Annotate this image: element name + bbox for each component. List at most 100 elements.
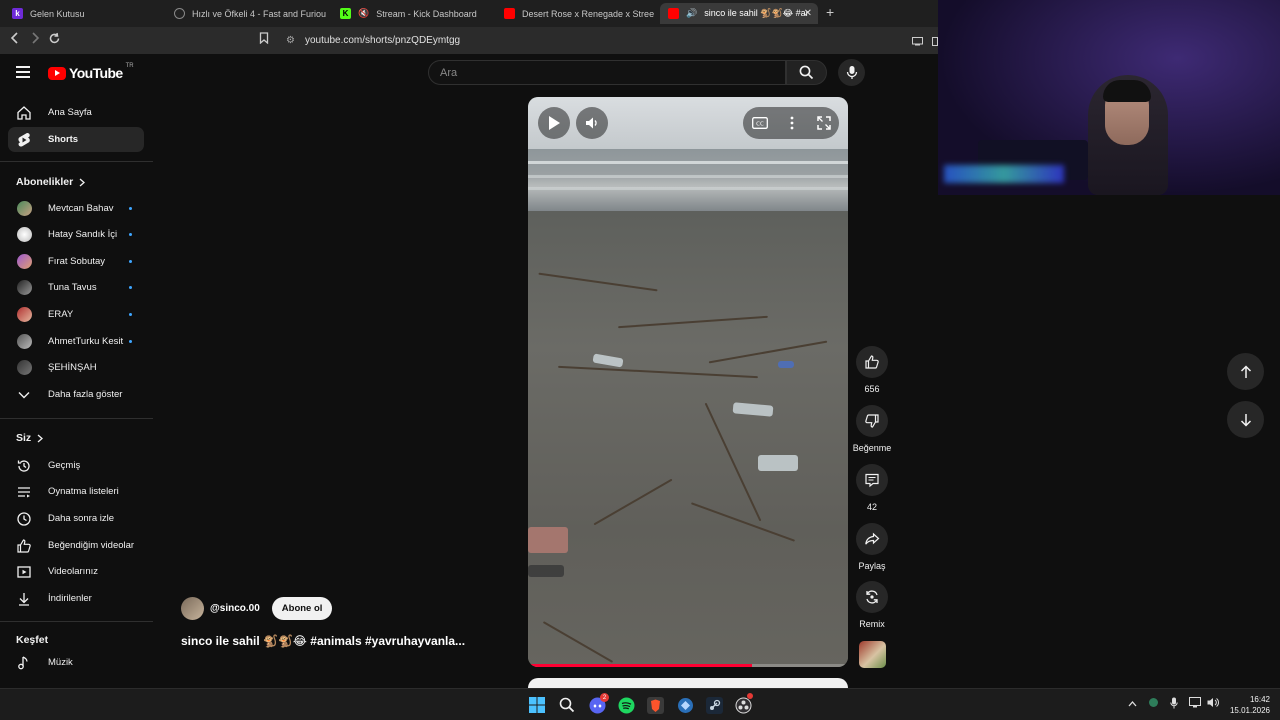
close-icon[interactable]: ✕ [804,8,812,19]
channel-name[interactable]: @sinco.00 [210,603,260,614]
browser-tab-music[interactable]: Desert Rose x Renegade x Streets (GR [496,3,654,24]
new-content-dot [129,340,132,343]
divider [0,418,153,419]
next-short-button[interactable] [1227,401,1264,438]
sidebar-item-music[interactable]: Müzik [8,650,144,675]
volume-tray-icon[interactable] [1207,697,1219,711]
sidebar-item-subscription[interactable]: Tuna Tavus [8,275,144,300]
sidebar-item-subscription[interactable]: Fırat Sobutay [8,249,144,274]
you-header[interactable]: Siz [16,432,44,444]
bookmark-icon[interactable] [259,32,269,47]
watch-later-icon [16,511,32,527]
sidebar-item-downloads[interactable]: İndirilenler [8,586,144,611]
subscribe-button[interactable]: Abone ol [271,597,333,620]
mute-button[interactable] [576,107,608,139]
browser-tab-active[interactable]: 🔊 sinco ile sahil 🐒🐒😂 #anim ✕ [660,3,818,24]
windows-start-icon[interactable] [528,696,546,714]
cast-icon[interactable] [912,34,923,49]
svg-text:CC: CC [756,122,764,128]
shorts-video-player[interactable]: CC [528,97,848,667]
comments-button[interactable] [856,464,888,496]
sidebar-item-subscription[interactable]: Hatay Sandık İçi [8,222,144,247]
avatar [16,360,32,375]
sidebar-item-subscription[interactable]: Mevtcan Bahav [8,196,144,221]
video-progress-bar[interactable] [528,664,848,667]
search-input[interactable]: Ara [428,60,786,85]
more-vertical-icon [790,116,794,130]
obs-icon[interactable] [734,693,753,714]
music-icon [16,655,32,671]
tray-overflow-icon[interactable] [1128,699,1137,710]
more-options-button[interactable] [776,107,808,139]
sidebar-item-liked-videos[interactable]: Beğendiğim videolar [8,533,144,558]
avatar[interactable] [181,597,204,620]
address-bar: ⚙ youtube.com/shorts/pnzQDEymtgg [0,27,938,54]
like-button[interactable] [856,346,888,378]
short-title[interactable]: sinco ile sahil 🐒🐒😂 #animals #yavruhayva… [181,634,465,648]
brave-browser-icon[interactable] [646,696,664,714]
new-tab-icon[interactable]: + [826,4,834,20]
sidebar-item-show-more[interactable]: Daha fazla göster [8,382,144,407]
reload-icon[interactable] [48,32,61,48]
live-indicator [747,693,753,699]
youtube-logo[interactable]: YouTube TR [48,63,134,81]
remix-button[interactable] [856,581,888,613]
site-settings-icon[interactable]: ⚙ [286,35,295,46]
taskbar-search-icon[interactable] [558,696,576,714]
steam-icon[interactable] [705,696,723,714]
sidebar-item-label: İndirilenler [48,593,92,604]
search-button[interactable] [786,60,827,85]
voice-search-button[interactable] [838,59,865,86]
app-icon[interactable] [676,696,694,714]
explore-header: Keşfet [16,634,48,646]
arrow-down-icon [1240,413,1251,427]
microphone-tray-icon[interactable] [1170,697,1178,712]
sound-thumbnail[interactable] [859,641,886,668]
captions-button[interactable]: CC [744,107,776,139]
tray-app-icon[interactable] [1148,697,1159,711]
browser-tab-gmail[interactable]: k Gelen Kutusu [4,3,164,24]
youtube-icon [668,8,679,19]
history-icon [16,458,32,474]
sidebar-item-watch-later[interactable]: Daha sonra izle [8,506,144,531]
back-icon[interactable] [10,32,20,47]
sidebar-item-label: Mevtcan Bahav [48,203,114,214]
thumbs-up-icon [865,355,879,369]
sidebar-item-your-videos[interactable]: Videolarınız [8,559,144,584]
url-field[interactable]: ⚙ youtube.com/shorts/pnzQDEymtgg [282,30,922,51]
sidebar-item-label: Videolarınız [48,566,98,577]
divider [0,161,153,162]
sidebar-item-subscription[interactable]: ŞEHİNŞAH [8,355,144,380]
sidebar-item-shorts[interactable]: Shorts [8,127,144,152]
network-icon[interactable] [1189,697,1201,711]
windows-taskbar: 2 16:42 15.01.2026 [0,688,1280,720]
system-clock[interactable]: 16:42 15.01.2026 [1224,694,1270,716]
forward-icon[interactable] [30,32,40,47]
share-button[interactable] [856,523,888,555]
menu-icon[interactable] [16,66,30,78]
browser-tab-kick[interactable]: K 🔇 Stream - Kick Dashboard [332,3,492,24]
video-progress-fill [528,664,752,667]
sidebar-item-label: Shorts [48,134,79,145]
globe-icon [174,8,185,19]
play-icon [549,116,560,130]
previous-short-button[interactable] [1227,353,1264,390]
fullscreen-button[interactable] [808,107,840,139]
browser-tab-movie[interactable]: Hızlı ve Öfkeli 4 - Fast and Furious 4 [166,3,326,24]
subscriptions-header[interactable]: Abonelikler [16,176,86,188]
spotify-icon[interactable] [617,696,635,714]
kick-icon: K [340,8,351,19]
sidebar-item-subscription[interactable]: ERAY [8,302,144,327]
dislike-button[interactable] [856,405,888,437]
expand-icon [817,116,831,130]
play-button[interactable] [538,107,570,139]
sidebar-item-history[interactable]: Geçmiş [8,453,144,478]
sidebar-item-home[interactable]: Ana Sayfa [8,100,144,125]
sidebar-item-playlists[interactable]: Oynatma listeleri [8,479,144,504]
discord-icon[interactable]: 2 [588,693,609,714]
comment-icon [865,473,879,488]
sidebar-item-subscription[interactable]: AhmetTurku Kesit [8,329,144,354]
sidebar-item-label: Tuna Tavus [48,282,97,293]
sidebar-item-label: Oynatma listeleri [48,486,119,497]
new-content-dot [129,233,132,236]
